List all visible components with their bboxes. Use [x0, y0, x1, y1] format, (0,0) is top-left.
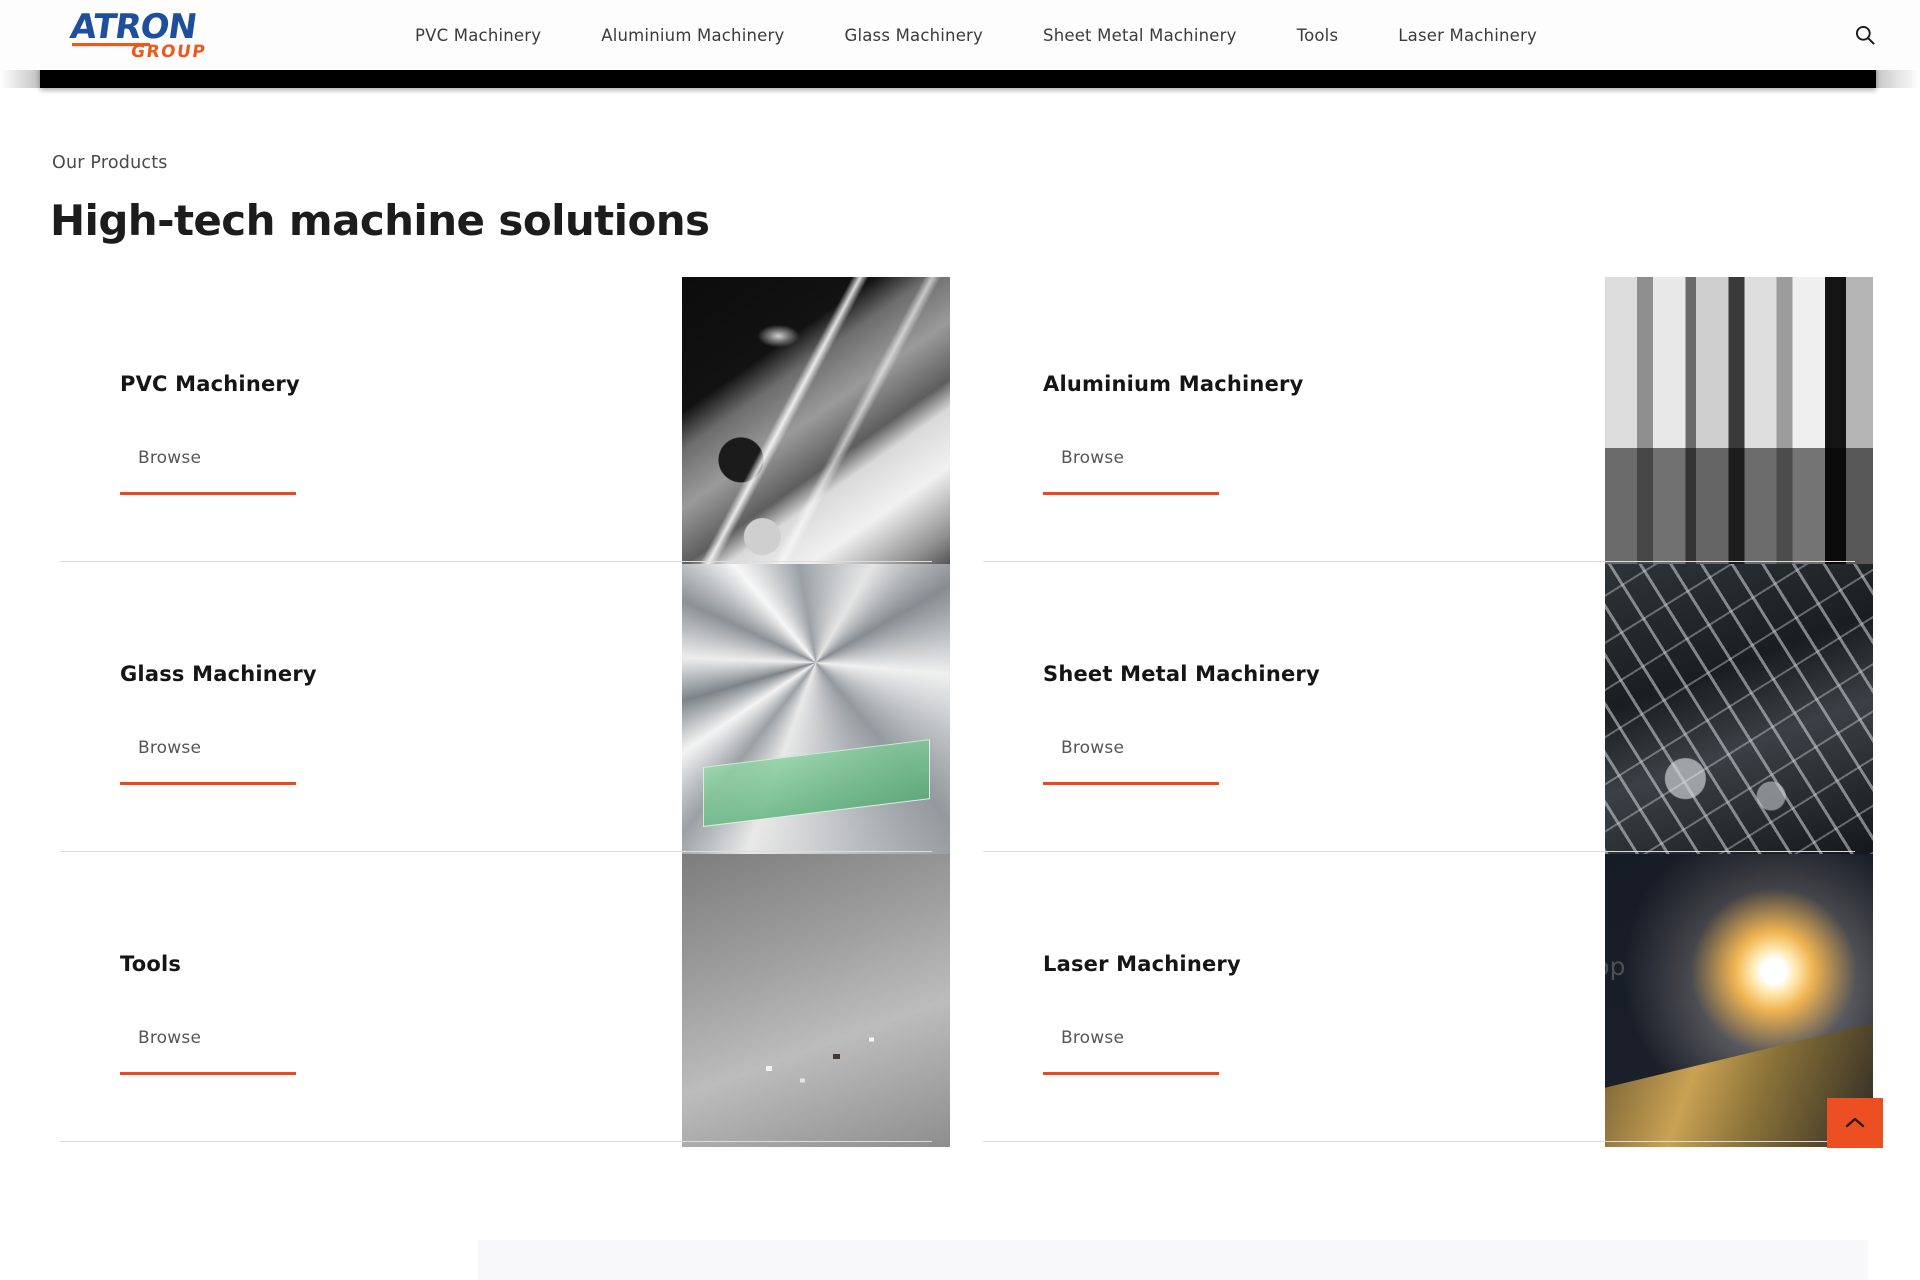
- aluminium-machinery-photo: [1605, 277, 1873, 572]
- scroll-to-top-button[interactable]: [1827, 1098, 1883, 1148]
- atron-group-logo-svg: ATRON GROUP: [68, 7, 208, 62]
- browse-underline: [1043, 782, 1219, 785]
- glass-machinery-photo: [682, 564, 950, 854]
- browse-link[interactable]: Browse: [138, 1028, 201, 1048]
- product-title: Laser Machinery: [1043, 952, 1241, 976]
- page-bottom-panel: [478, 1240, 1868, 1280]
- browse-link[interactable]: Browse: [138, 738, 201, 758]
- product-image: [682, 564, 950, 854]
- product-title: Tools: [120, 952, 182, 976]
- brand-logo[interactable]: ATRON GROUP: [48, 2, 248, 64]
- product-card-body: Sheet Metal Machinery Browse: [1043, 562, 1603, 852]
- nav-item-laser-machinery[interactable]: Laser Machinery: [1368, 26, 1567, 45]
- product-card-glass-machinery[interactable]: Glass Machinery Browse: [52, 562, 952, 854]
- browse-link[interactable]: Browse: [138, 448, 201, 468]
- nav-item-glass-machinery[interactable]: Glass Machinery: [814, 26, 1013, 45]
- nav-item-tools[interactable]: Tools: [1267, 26, 1369, 45]
- section-eyebrow: Our Products: [52, 153, 168, 173]
- product-title: Sheet Metal Machinery: [1043, 662, 1320, 686]
- browse-underline: [120, 1072, 296, 1075]
- browse-underline: [120, 782, 296, 785]
- nav-item-aluminium-machinery[interactable]: Aluminium Machinery: [571, 26, 814, 45]
- browse-link[interactable]: Browse: [1061, 1028, 1124, 1048]
- nav-item-sheet-metal-machinery[interactable]: Sheet Metal Machinery: [1013, 26, 1267, 45]
- product-title: Aluminium Machinery: [1043, 372, 1304, 396]
- product-card-aluminium-machinery[interactable]: Aluminium Machinery Browse: [975, 272, 1875, 572]
- browse-link[interactable]: Browse: [1061, 448, 1124, 468]
- product-card-sheet-metal-machinery[interactable]: Sheet Metal Machinery Browse: [975, 562, 1875, 854]
- search-icon: [1855, 25, 1875, 45]
- card-divider: [983, 1141, 1855, 1142]
- svg-text:ATRON: ATRON: [68, 7, 199, 47]
- browse-underline: [120, 492, 296, 495]
- search-button[interactable]: [1848, 18, 1882, 52]
- browse-underline: [1043, 492, 1219, 495]
- browse-link[interactable]: Browse: [1061, 738, 1124, 758]
- site-header: ATRON GROUP PVC Machinery Aluminium Mach…: [0, 0, 1920, 70]
- product-title: PVC Machinery: [120, 372, 300, 396]
- product-image: [682, 854, 950, 1147]
- nav-item-pvc-machinery[interactable]: PVC Machinery: [385, 26, 571, 45]
- product-image: [1605, 277, 1873, 572]
- product-card-pvc-machinery[interactable]: PVC Machinery Browse: [52, 272, 952, 572]
- product-card-body: PVC Machinery Browse: [120, 272, 680, 562]
- product-image: [1605, 564, 1873, 854]
- main-navigation: PVC Machinery Aluminium Machinery Glass …: [385, 0, 1567, 70]
- svg-text:GROUP: GROUP: [130, 42, 208, 62]
- tools-photo: [682, 854, 950, 1147]
- product-card-body: Aluminium Machinery Browse: [1043, 272, 1603, 562]
- chevron-up-icon: [1845, 1117, 1865, 1128]
- product-card-tools[interactable]: Tools Browse: [52, 852, 952, 1147]
- product-image: [682, 277, 950, 572]
- product-card-laser-machinery[interactable]: Laser Machinery Browse GEOM Creative Wor…: [975, 852, 1875, 1147]
- product-card-body: Tools Browse: [120, 852, 680, 1142]
- product-title: Glass Machinery: [120, 662, 317, 686]
- sheet-metal-machinery-photo: [1605, 564, 1873, 854]
- pvc-machinery-photo: [682, 277, 950, 572]
- page-title: High-tech machine solutions: [50, 196, 710, 245]
- product-card-body: Laser Machinery Browse: [1043, 852, 1603, 1142]
- browse-underline: [1043, 1072, 1219, 1075]
- card-divider: [60, 1141, 932, 1142]
- product-card-body: Glass Machinery Browse: [120, 562, 680, 852]
